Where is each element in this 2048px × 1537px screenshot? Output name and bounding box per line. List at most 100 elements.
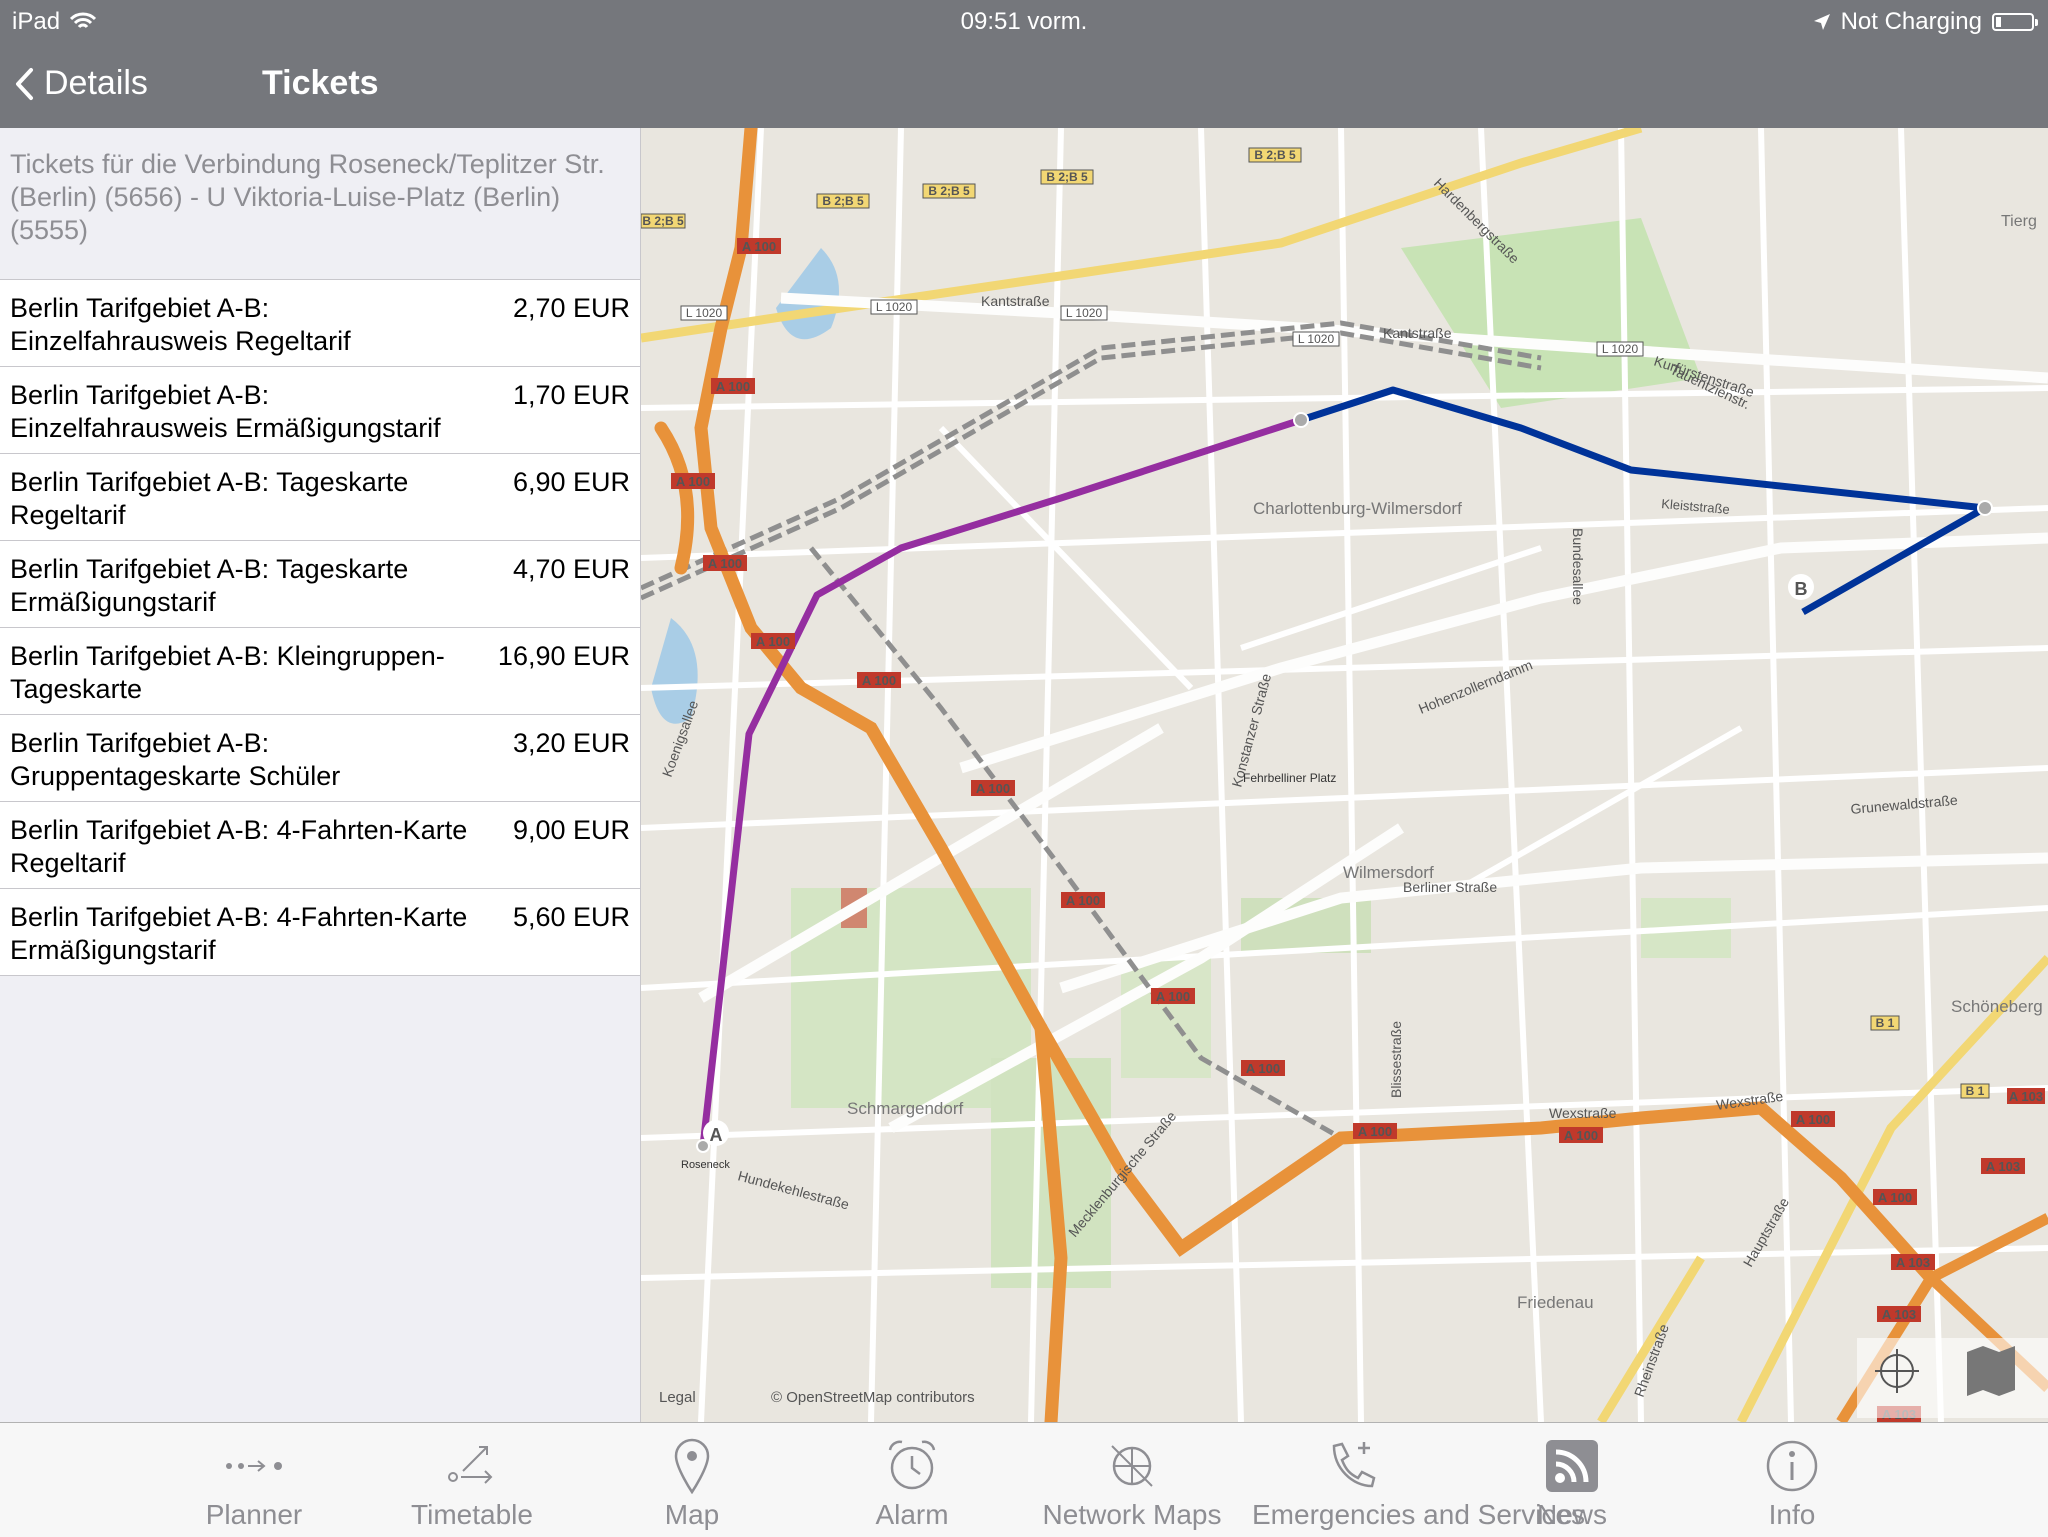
map-pin-icon (674, 1438, 710, 1494)
a103-shield: A 103 (1882, 1307, 1916, 1322)
a100-shield: A 100 (1066, 893, 1100, 908)
ticket-name: Berlin Tarifgebiet A-B: Kleingruppen- Ta… (10, 641, 445, 704)
station-label: Roseneck (681, 1159, 730, 1171)
tab-label: Emergencies and Services (1252, 1499, 1586, 1530)
legal-link[interactable]: Legal (659, 1389, 696, 1406)
b2b5-shield: B 2;B 5 (1046, 170, 1088, 184)
street-label: Wexstraße (1549, 1105, 1617, 1121)
ticket-price: 6,90 EUR (512, 467, 630, 497)
ticket-name: Berlin Tarifgebiet A-B: Tageskarte Ermäß… (10, 554, 409, 617)
ticket-price: 2,70 EUR (512, 293, 630, 323)
back-label: Details (44, 64, 148, 102)
district-label: Charlottenburg-Wilmersdorf (1253, 499, 1462, 518)
tab-label: Network Maps (1042, 1499, 1222, 1530)
l1020-shield: L 1020 (686, 306, 723, 320)
a100-shield: A 100 (1246, 1061, 1280, 1076)
status-bar: iPad 09:51 vorm. Not Charging (0, 0, 2048, 44)
a103-shield: A 103 (2009, 1089, 2043, 1104)
tab-planner[interactable]: Planner (154, 1437, 354, 1537)
rss-icon (1546, 1440, 1598, 1492)
ticket-name: Berlin Tarifgebiet A-B: Tageskarte Regel… (10, 467, 409, 530)
charging-status: Not Charging (1840, 8, 1982, 35)
district-label: Friedenau (1517, 1293, 1594, 1312)
page-title: Tickets (262, 64, 379, 102)
ticket-row[interactable]: Berlin Tarifgebiet A-B: Einzelfahrauswei… (0, 367, 640, 454)
tab-label: News (1536, 1499, 1607, 1530)
navigation-bar: Details Tickets (0, 44, 2048, 128)
b2b5-shield: B 2;B 5 (928, 184, 970, 198)
ticket-row[interactable]: Berlin Tarifgebiet A-B: Tageskarte Regel… (0, 454, 640, 541)
map-attribution: © OpenStreetMap contributors (771, 1389, 975, 1406)
a100-shield: A 100 (676, 474, 710, 489)
tab-label: Timetable (411, 1499, 533, 1530)
chevron-left-icon (16, 67, 33, 100)
end-marker-label: B (1795, 579, 1808, 599)
a100-shield: A 100 (1878, 1190, 1912, 1205)
timetable-icon (448, 1446, 493, 1484)
b2b5-shield: B 2;B 5 (642, 214, 684, 228)
tab-map[interactable]: Map (592, 1437, 792, 1537)
tab-news[interactable]: News (1472, 1437, 1672, 1537)
planner-icon (226, 1460, 282, 1472)
transfer-stop-icon (1977, 500, 1993, 516)
a100-shield: A 100 (756, 634, 790, 649)
back-button[interactable]: Details (14, 64, 148, 103)
tab-timetable[interactable]: Timetable (372, 1437, 572, 1537)
l1020-shield: L 1020 (1066, 306, 1103, 320)
tab-emergencies[interactable]: Emergencies and Services (1252, 1437, 1586, 1537)
b1-shield: B 1 (1876, 1016, 1895, 1030)
tab-bar: Planner Timetable Map Alarm Network Maps… (0, 1422, 2048, 1537)
tab-network-maps[interactable]: Network Maps (1032, 1437, 1232, 1537)
ticket-list: Berlin Tarifgebiet A-B: Einzelfahrauswei… (0, 279, 640, 976)
a100-shield: A 100 (976, 781, 1010, 796)
tab-alarm[interactable]: Alarm (812, 1437, 1012, 1537)
ticket-price: 3,20 EUR (512, 728, 630, 758)
ticket-name: Berlin Tarifgebiet A-B: 4-Fahrten-Karte … (10, 815, 468, 878)
district-label: Tierg (2001, 213, 2037, 230)
ticket-price: 5,60 EUR (512, 902, 630, 932)
ticket-price: 9,00 EUR (512, 815, 630, 845)
map-mode-button[interactable] (1937, 1338, 2048, 1418)
connection-header: Tickets für die Verbindung Roseneck/Tepl… (10, 149, 605, 245)
ticket-row[interactable]: Berlin Tarifgebiet A-B: Kleingruppen- Ta… (0, 628, 640, 715)
start-marker-label: A (710, 1125, 723, 1145)
battery-icon (1992, 13, 2038, 31)
district-label: Schöneberg (1951, 997, 2043, 1016)
ticket-price: 4,70 EUR (512, 554, 630, 584)
a100-shield: A 100 (1156, 989, 1190, 1004)
street-label: Bundesallee (1570, 528, 1586, 605)
b2b5-shield: B 2;B 5 (1254, 148, 1296, 162)
status-time: 09:51 vorm. (960, 8, 1088, 35)
phone-plus-icon (1332, 1442, 1376, 1488)
locate-button[interactable] (1857, 1338, 1937, 1418)
tab-label: Planner (205, 1499, 303, 1530)
l1020-shield: L 1020 (1602, 342, 1639, 356)
map-fold-icon (1967, 1346, 2015, 1396)
b1-shield: B 1 (1966, 1084, 1985, 1098)
street-label: Kantstraße (1383, 325, 1452, 341)
ticket-row[interactable]: Berlin Tarifgebiet A-B: 4-Fahrten-Karte … (0, 802, 640, 889)
street-label: Blissestraße (1388, 1021, 1404, 1098)
location-arrow-icon (1813, 14, 1830, 30)
district-label: Schmargendorf (847, 1099, 964, 1118)
a100-shield: A 100 (1796, 1112, 1830, 1127)
a100-shield: A 100 (1358, 1124, 1392, 1139)
ticket-row[interactable]: Berlin Tarifgebiet A-B: Einzelfahrauswei… (0, 280, 640, 367)
a100-shield: A 100 (862, 673, 896, 688)
street-label: Berliner Straße (1403, 879, 1497, 895)
route-map[interactable]: A B A 100 A 100 A 100 A 100 A 100 A 100 … (641, 128, 2048, 1422)
ticket-row[interactable]: Berlin Tarifgebiet A-B: Tageskarte Ermäß… (0, 541, 640, 628)
tab-info[interactable]: Info (1692, 1437, 1892, 1537)
ticket-name: Berlin Tarifgebiet A-B: Einzelfahrauswei… (10, 293, 351, 356)
a103-shield: A 103 (1986, 1159, 2020, 1174)
place-label: Fehrbelliner Platz (1243, 771, 1336, 785)
a100-shield: A 100 (708, 556, 742, 571)
ticket-price: 1,70 EUR (512, 380, 630, 410)
ticket-row[interactable]: Berlin Tarifgebiet A-B: 4-Fahrten-Karte … (0, 889, 640, 976)
map-canvas[interactable]: A B A 100 A 100 A 100 A 100 A 100 A 100 … (641, 128, 2048, 1422)
l1020-shield: L 1020 (1298, 332, 1335, 346)
ticket-row[interactable]: Berlin Tarifgebiet A-B: Gruppentageskart… (0, 715, 640, 802)
tab-label: Map (664, 1499, 720, 1530)
tab-label: Info (1768, 1499, 1816, 1530)
alarm-icon (888, 1440, 936, 1490)
